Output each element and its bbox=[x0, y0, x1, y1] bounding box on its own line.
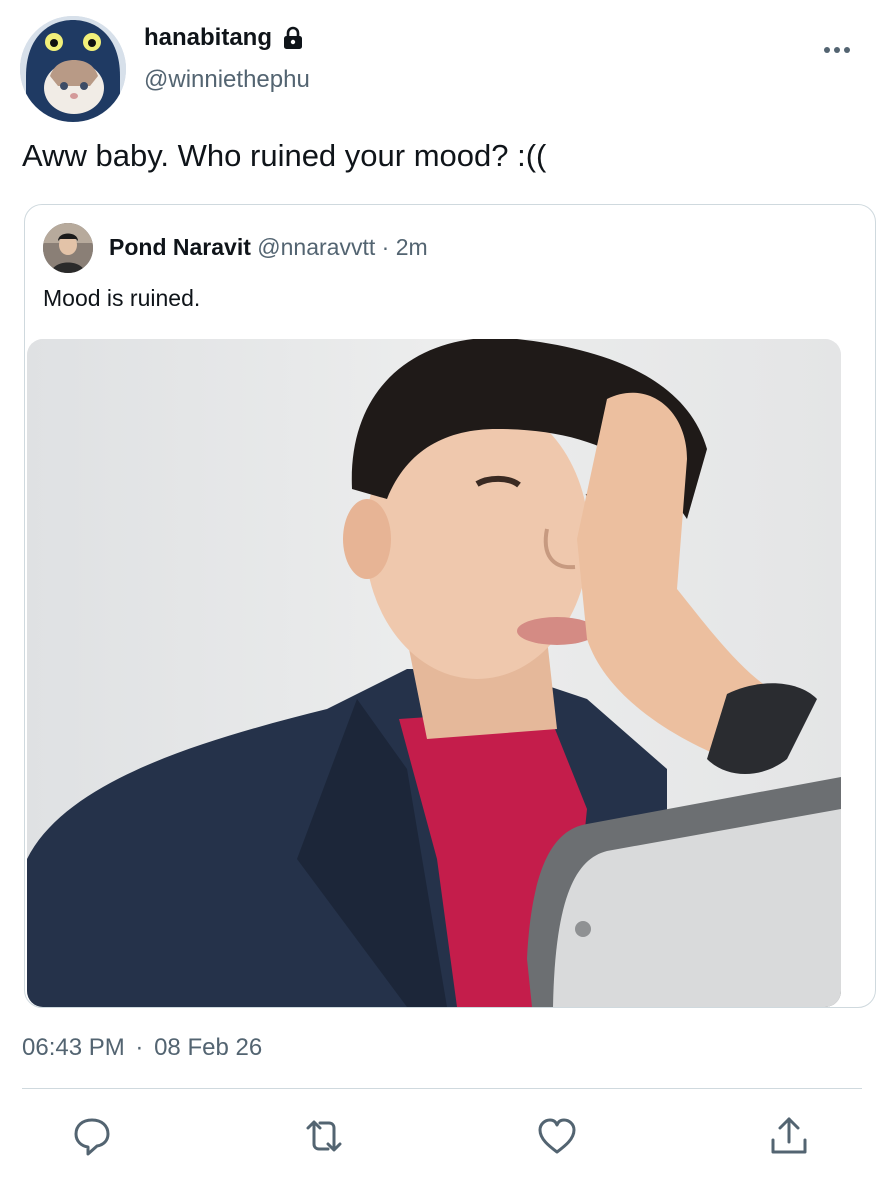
quoted-display-name[interactable]: Pond Naravit bbox=[109, 234, 251, 260]
retweet-icon[interactable] bbox=[302, 1114, 346, 1158]
action-bar bbox=[0, 1114, 882, 1162]
tweet-header: hanabitang @winniethephu bbox=[20, 16, 862, 124]
tweet-text: Aww baby. Who ruined your mood? :(( bbox=[22, 138, 547, 173]
quoted-text: Mood is ruined. bbox=[43, 285, 201, 311]
more-dots-icon[interactable] bbox=[822, 42, 852, 53]
quoted-photo[interactable] bbox=[27, 339, 841, 1007]
tweet-time: 06:43 PM bbox=[22, 1034, 125, 1061]
quoted-handle[interactable]: @nnaravvtt bbox=[257, 234, 375, 260]
author-avatar[interactable] bbox=[20, 16, 126, 122]
divider bbox=[22, 1088, 862, 1089]
tweet-date: 08 Feb 26 bbox=[154, 1034, 263, 1061]
author-names: hanabitang @winniethephu bbox=[144, 24, 310, 94]
timestamp-separator: · bbox=[135, 1034, 144, 1061]
heart-icon[interactable] bbox=[535, 1114, 579, 1158]
quoted-tweet[interactable]: Pond Naravit @nnaravvtt · 2m Mood is rui… bbox=[24, 204, 876, 1008]
author-display-name[interactable]: hanabitang bbox=[144, 24, 306, 52]
quoted-separator: · bbox=[381, 234, 390, 260]
lock-icon bbox=[280, 25, 306, 51]
quoted-author-avatar[interactable] bbox=[43, 223, 93, 273]
share-icon[interactable] bbox=[767, 1114, 811, 1158]
author-handle[interactable]: @winniethephu bbox=[144, 66, 310, 94]
quoted-tweet-header: Pond Naravit @nnaravvtt · 2m bbox=[109, 234, 428, 261]
tweet-timestamp[interactable]: 06:43 PM · 08 Feb 26 bbox=[22, 1034, 262, 1062]
quoted-time: 2m bbox=[395, 234, 428, 260]
reply-icon[interactable] bbox=[70, 1114, 114, 1158]
